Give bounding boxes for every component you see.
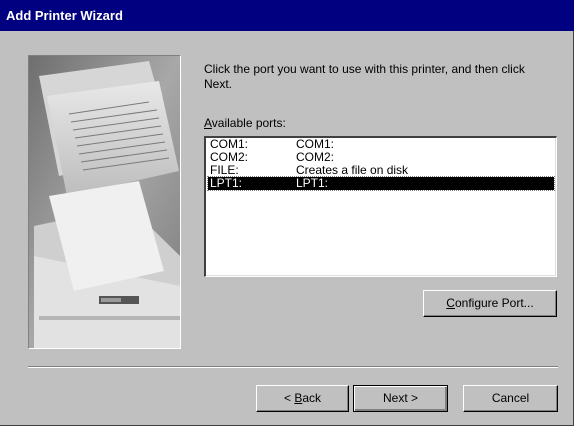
window-title: Add Printer Wizard xyxy=(6,8,123,23)
cancel-button[interactable]: Cancel xyxy=(463,385,558,412)
printer-illustration xyxy=(28,55,181,349)
ports-label-text: vailable ports: xyxy=(211,116,286,130)
ports-listbox[interactable]: COM1: COM1: COM2: COM2: FILE: Creates a … xyxy=(204,136,557,277)
ports-label-mnemonic: A xyxy=(204,116,212,130)
back-button[interactable]: < Back xyxy=(256,385,349,412)
configure-mnemonic: C xyxy=(446,296,455,310)
wizard-window: Add Printer Wizard Click the port you wa… xyxy=(0,0,574,426)
title-bar[interactable]: Add Printer Wizard xyxy=(0,0,574,31)
back-label: ack xyxy=(302,391,322,405)
configure-port-button[interactable]: Configure Port... xyxy=(423,290,557,317)
port-row-com1[interactable]: COM1: COM1: xyxy=(208,138,554,151)
button-separator xyxy=(28,366,558,368)
available-ports-label: Available ports: xyxy=(204,116,286,130)
port-row-lpt1[interactable]: LPT1: LPT1: xyxy=(207,176,555,191)
port-description: LPT1: xyxy=(296,176,329,190)
port-row-file[interactable]: FILE: Creates a file on disk xyxy=(208,164,554,177)
port-name: LPT1: xyxy=(210,176,243,190)
configure-label: onfigure Port... xyxy=(454,296,534,310)
printer-illustration-graphic xyxy=(29,56,180,348)
back-prefix: < xyxy=(283,391,295,405)
instruction-text: Click the port you want to use with this… xyxy=(204,62,525,91)
next-button[interactable]: Next > xyxy=(353,385,448,412)
